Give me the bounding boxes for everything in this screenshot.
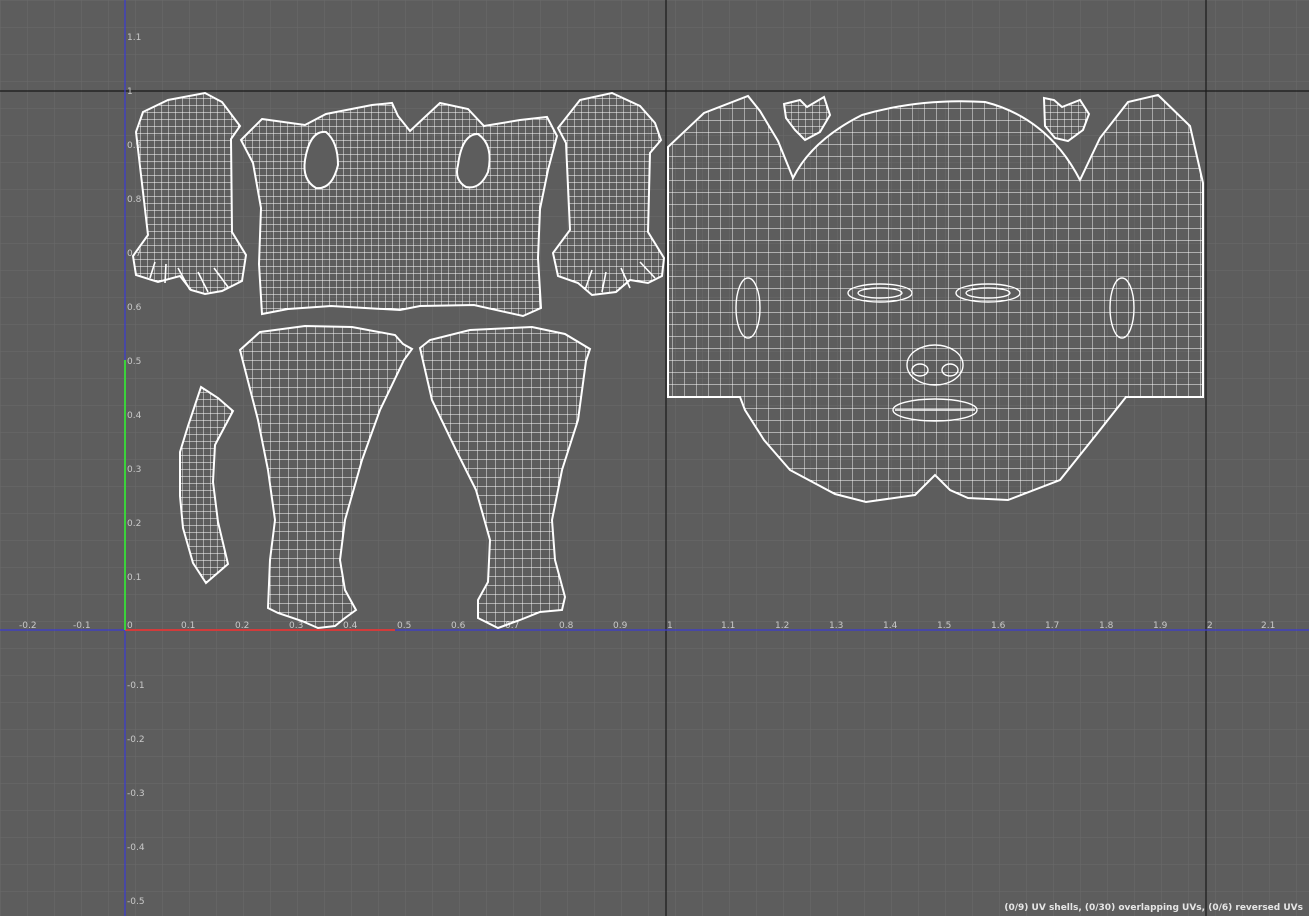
u-tick-label: 0 [127,621,133,631]
v-tick-label: 0.5 [127,357,141,367]
u-tick-label: 0.9 [613,621,628,631]
u-tick-label: 1.8 [1099,621,1114,631]
u-tick-label: 0.4 [343,621,358,631]
uv-editor-viewport[interactable]: -0.2 -0.1 0 0.1 0.2 0.3 0.4 0.5 0.6 0.7 0.8 0.9 1 1.1… [0,0,1309,916]
v-tick-label: 0.6 [127,303,142,313]
uv-shell-torso[interactable] [239,101,559,318]
u-tick-label: 0.5 [397,621,411,631]
u-tick-label: 2 [1207,621,1213,631]
uv-canvas[interactable]: -0.2 -0.1 0 0.1 0.2 0.3 0.4 0.5 0.6 0.7 0.8 0.9 1 1.1… [0,0,1309,916]
v-tick-label: -0.5 [127,897,145,907]
v-tick-label: -0.3 [127,789,145,799]
u-tick-label: 1 [667,621,673,631]
u-tick-label: 0.2 [235,621,249,631]
u-tick-label: 1.4 [883,621,898,631]
v-tick-label: 0.4 [127,411,142,421]
u-tick-label: 1.1 [721,621,735,631]
v-tick-label: 1.1 [127,33,141,43]
uv-status-text: (0/9) UV shells, (0/30) overlapping UVs,… [1004,903,1303,913]
v-tick-label: 0.2 [127,519,141,529]
u-tick-label: 1.2 [775,621,789,631]
v-tick-label: 0.3 [127,465,141,475]
v-tick-label: -0.2 [127,735,145,745]
u-tick-label: 1.6 [991,621,1006,631]
u-tick-label: 2.1 [1261,621,1275,631]
v-tick-label: 0.1 [127,573,141,583]
v-tick-label: -0.4 [127,843,145,853]
uv-shell-right-arm[interactable] [551,91,666,297]
v-tick-label: 0.8 [127,195,142,205]
u-tick-label: 0.8 [559,621,574,631]
u-tick-label: 0.1 [181,621,195,631]
u-tick-label: 0.3 [289,621,303,631]
v-tick-label: -0.1 [127,681,145,691]
u-tick-label: 1.5 [937,621,951,631]
u-tick-label: 0.6 [451,621,466,631]
u-tick-label: -0.1 [73,621,91,631]
u-tick-label: -0.2 [19,621,37,631]
u-tick-label: 1.3 [829,621,843,631]
u-tick-label: 1.9 [1153,621,1168,631]
uv-shell-left-arm[interactable] [131,91,248,296]
v-tick-label: 1 [127,87,133,97]
u-tick-label: 1.7 [1045,621,1059,631]
